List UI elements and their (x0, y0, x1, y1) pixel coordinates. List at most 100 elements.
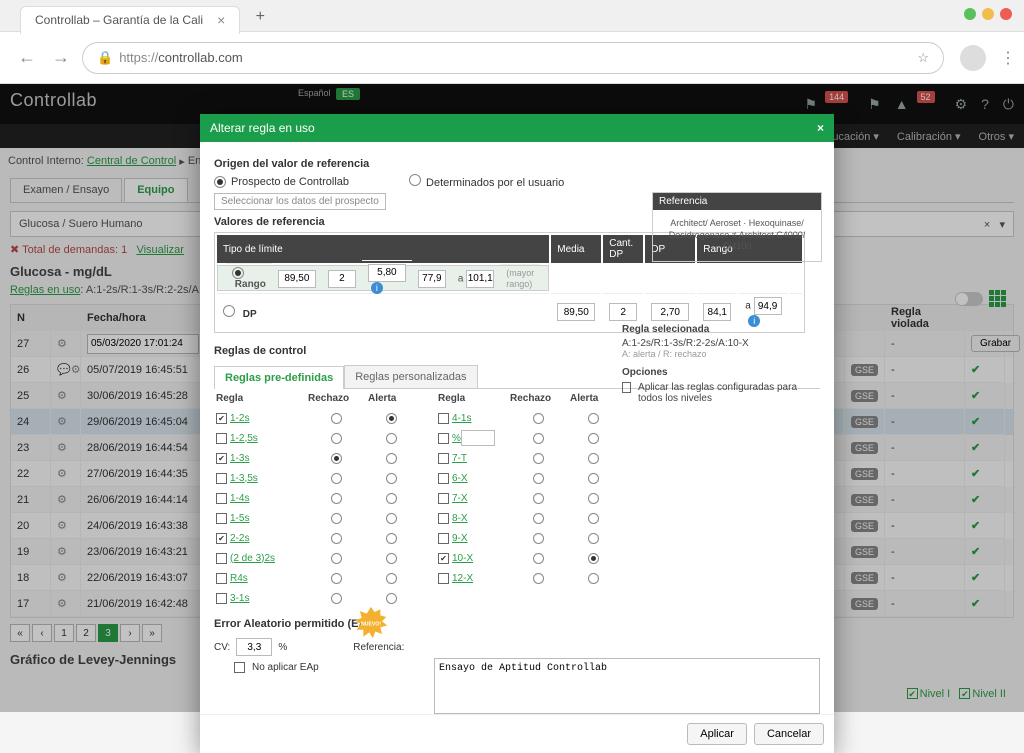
rule-left[interactable]: 1-3,5s (214, 468, 306, 488)
rule-link[interactable]: (2 de 3)2s (230, 553, 275, 564)
radio-rechazo[interactable] (331, 433, 342, 444)
rule-link[interactable]: % (452, 433, 461, 444)
rule-right[interactable]: 12-X (436, 568, 508, 588)
subtab-personalizadas[interactable]: Reglas personalizadas (344, 365, 477, 388)
rule-left[interactable]: 1-5s (214, 508, 306, 528)
radio-rechazo[interactable] (331, 453, 342, 464)
radio-alerta[interactable] (386, 553, 397, 564)
subtab-predefinidas[interactable]: Reglas pre-definidas (214, 366, 344, 389)
rule-right[interactable]: 10-X (436, 548, 508, 568)
radio-rechazo[interactable] (331, 593, 342, 604)
cancel-button[interactable]: Cancelar (754, 723, 824, 745)
rule-link[interactable]: 6-X (452, 473, 468, 484)
browser-tab[interactable]: Controllab – Garantía de la Cali × (20, 6, 240, 34)
radio-alerta[interactable] (386, 513, 397, 524)
back-button[interactable]: ← (14, 45, 40, 71)
check-applyall[interactable] (622, 382, 631, 393)
radio-rechazo[interactable] (533, 433, 544, 444)
radio-rechazo[interactable] (331, 533, 342, 544)
rule-link[interactable]: 1-2,5s (230, 433, 258, 444)
traffic-red[interactable] (1000, 8, 1012, 20)
rule-check[interactable] (438, 493, 449, 504)
profile-avatar[interactable] (960, 45, 986, 71)
traffic-yellow[interactable] (982, 8, 994, 20)
rule-link[interactable]: 1-3,5s (230, 473, 258, 484)
radio-rechazo[interactable] (533, 573, 544, 584)
input-cantdp[interactable] (328, 270, 356, 288)
rule-left[interactable]: 2-2s (214, 528, 306, 548)
new-tab-button[interactable]: + (248, 5, 272, 29)
rule-left[interactable]: 1-4s (214, 488, 306, 508)
rule-left[interactable]: (2 de 3)2s (214, 548, 306, 568)
radio-alerta[interactable] (386, 473, 397, 484)
rule-check[interactable] (216, 553, 227, 564)
rule-check[interactable] (216, 573, 227, 584)
radio-alerta[interactable] (588, 513, 599, 524)
rule-right[interactable]: 7-T (436, 448, 508, 468)
radio-alerta[interactable] (588, 413, 599, 424)
radio-rechazo[interactable] (533, 473, 544, 484)
traffic-green[interactable] (964, 8, 976, 20)
radio-alerta[interactable] (386, 493, 397, 504)
rule-link[interactable]: 10-X (452, 553, 473, 564)
modal-close-icon[interactable]: × (817, 121, 824, 135)
rule-link[interactable]: 1-4s (230, 493, 249, 504)
radio-alerta[interactable] (588, 433, 599, 444)
radio-rechazo[interactable] (533, 553, 544, 564)
radio-rechazo[interactable] (533, 413, 544, 424)
rule-check[interactable] (438, 553, 449, 564)
rule-link[interactable]: R4s (230, 573, 248, 584)
rule-check[interactable] (216, 473, 227, 484)
rule-link[interactable]: 9-X (452, 533, 468, 544)
rule-left[interactable]: 1-2s (214, 408, 306, 428)
apply-all-row[interactable]: Aplicar las reglas configuradas para tod… (622, 382, 822, 404)
radio-rechazo[interactable] (331, 413, 342, 424)
input-r2[interactable] (754, 297, 782, 315)
input-dp[interactable] (651, 303, 689, 321)
radio-alerta[interactable] (588, 493, 599, 504)
radio-alerta[interactable] (588, 553, 599, 564)
rule-check[interactable] (216, 593, 227, 604)
radio-alerta[interactable] (386, 413, 397, 424)
rule-check[interactable] (216, 413, 227, 424)
radio-alerta[interactable] (588, 533, 599, 544)
rule-left[interactable]: 1-2,5s (214, 428, 306, 448)
rule-link[interactable]: 8-X (452, 513, 468, 524)
input-media[interactable] (557, 303, 595, 321)
rule-check[interactable] (216, 433, 227, 444)
rule-left[interactable]: 3-1s (214, 588, 306, 608)
row-rango[interactable]: Rango i a (mayor rango) (217, 265, 549, 291)
rule-left[interactable]: R4s (214, 568, 306, 588)
rule-check[interactable] (438, 533, 449, 544)
radio-rechazo[interactable] (533, 513, 544, 524)
rule-link[interactable]: 2-2s (230, 533, 249, 544)
url-input[interactable]: 🔒 https:// controllab.com ☆ (82, 42, 944, 74)
apply-button[interactable]: Aplicar (687, 723, 747, 745)
rule-right[interactable]: % (436, 428, 508, 448)
radio-alerta[interactable] (386, 593, 397, 604)
forward-button[interactable]: → (48, 45, 74, 71)
rule-link[interactable]: 3-1s (230, 593, 249, 604)
ref-textarea[interactable]: Ensayo de Aptitud Controllab (434, 658, 820, 714)
rule-right[interactable]: 9-X (436, 528, 508, 548)
rule-link[interactable]: 1-3s (230, 453, 249, 464)
radio-dp[interactable] (223, 305, 235, 317)
rule-link[interactable]: 1-5s (230, 513, 249, 524)
bookmark-icon[interactable]: ☆ (917, 50, 929, 66)
rule-check[interactable] (438, 513, 449, 524)
cv-input[interactable] (236, 638, 272, 656)
radio-usuario[interactable]: Determinados por el usuario (409, 174, 564, 189)
input-r1[interactable] (703, 303, 731, 321)
rule-right[interactable]: 8-X (436, 508, 508, 528)
radio-rechazo[interactable] (533, 453, 544, 464)
rule-left[interactable]: 1-3s (214, 448, 306, 468)
rule-check[interactable] (216, 533, 227, 544)
menu-icon[interactable]: ⋮ (1000, 48, 1010, 68)
rule-check[interactable] (438, 573, 449, 584)
rule-check[interactable] (438, 433, 449, 444)
check-noeap[interactable] (234, 662, 245, 673)
rule-check[interactable] (438, 413, 449, 424)
close-icon[interactable]: × (217, 12, 225, 28)
radio-alerta[interactable] (588, 453, 599, 464)
radio-rechazo[interactable] (331, 493, 342, 504)
